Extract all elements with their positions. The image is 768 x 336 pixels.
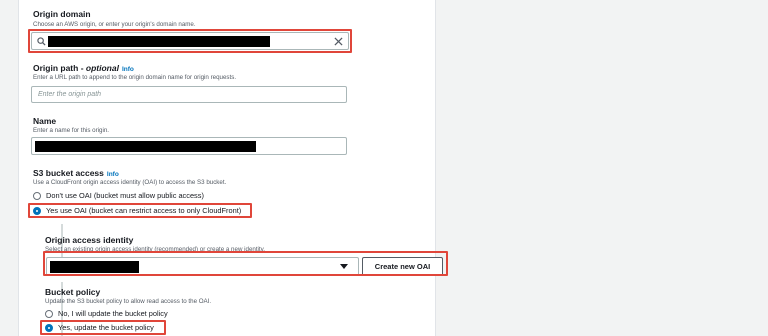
yes-use-oai-highlight [28,203,252,218]
radio-no-update-policy[interactable]: No, I will update the bucket policy [45,309,168,319]
radio-button[interactable] [45,310,53,318]
yes-update-policy-highlight [40,320,166,335]
bucket-policy-label: Bucket policy [45,287,101,297]
origin-path-info-link[interactable]: Info [122,66,134,73]
page-background-right [436,0,768,336]
name-value-redacted [35,141,256,152]
name-description: Enter a name for this origin. [33,127,110,134]
origin-domain-label: Origin domain [33,9,91,19]
origin-path-input[interactable]: Enter the origin path [31,86,347,103]
bucket-policy-description: Update the S3 bucket policy to allow rea… [45,298,212,305]
s3-bucket-access-label-text: S3 bucket access [33,168,104,178]
origin-path-label-text: Origin path - [33,63,86,73]
s3-bucket-access-description: Use a CloudFront origin access identity … [33,179,227,186]
origin-access-identity-highlight [43,251,448,276]
origin-settings-panel: Origin domain Choose an AWS origin, or e… [18,0,448,336]
radio-dont-use-oai[interactable]: Don't use OAI (bucket must allow public … [33,191,204,201]
origin-access-identity-label: Origin access identity [45,235,134,245]
radio-label: No, I will update the bucket policy [58,309,168,318]
radio-label: Don't use OAI (bucket must allow public … [46,191,204,200]
origin-domain-description: Choose an AWS origin, or enter your orig… [33,21,196,28]
origin-path-description: Enter a URL path to append to the origin… [33,74,237,81]
name-input[interactable] [31,137,347,155]
origin-domain-highlight [28,29,352,53]
origin-path-optional: optional [85,63,119,73]
radio-button[interactable] [33,192,41,200]
origin-path-placeholder: Enter the origin path [38,91,102,98]
name-label: Name [33,116,57,126]
s3-bucket-access-info-link[interactable]: Info [107,171,119,178]
